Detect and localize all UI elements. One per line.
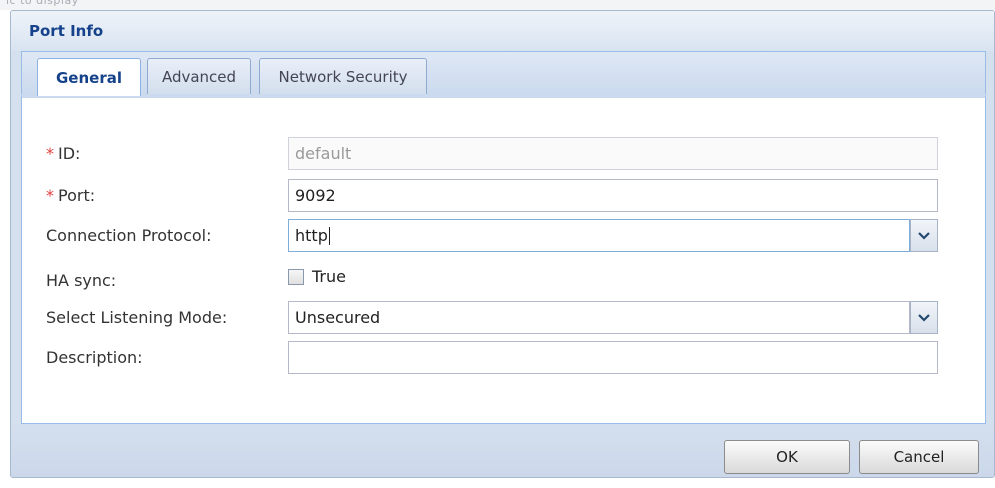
listening-mode-combo[interactable]: Unsecured	[288, 301, 938, 334]
connection-protocol-dropdown-button[interactable]	[910, 219, 938, 252]
dialog-footer: OK Cancel	[11, 424, 994, 477]
general-panel: * ID: default * Port: 9092 Connection Prot…	[21, 94, 986, 424]
tab-general[interactable]: General	[37, 58, 141, 96]
id-row: * ID: default	[22, 137, 985, 173]
id-field: default	[288, 137, 938, 170]
description-label: Description:	[46, 348, 143, 367]
connection-protocol-combo[interactable]: http	[288, 219, 938, 252]
description-field[interactable]	[288, 341, 938, 374]
dialog-titlebar[interactable]: Port Info	[11, 11, 994, 51]
tab-strip: General Advanced Network Security	[21, 51, 986, 96]
required-marker: *	[46, 186, 54, 205]
listening-mode-label: Select Listening Mode:	[46, 308, 228, 327]
chevron-down-icon	[918, 231, 930, 240]
ok-button[interactable]: OK	[724, 440, 850, 474]
port-label-text: Port:	[58, 186, 96, 205]
port-row: * Port: 9092	[22, 179, 985, 215]
required-marker: *	[46, 144, 54, 163]
ha-sync-label: HA sync:	[46, 271, 117, 290]
chevron-down-icon	[918, 313, 930, 322]
background-text: ic to display	[6, 0, 79, 7]
tab-advanced[interactable]: Advanced	[147, 58, 251, 95]
text-cursor	[328, 226, 330, 245]
listening-mode-input[interactable]: Unsecured	[288, 301, 910, 334]
port-info-dialog: Port Info General Advanced Network Secur…	[10, 10, 995, 478]
tab-network-security[interactable]: Network Security	[259, 58, 427, 95]
dialog-title: Port Info	[29, 22, 104, 40]
connection-protocol-input[interactable]: http	[288, 219, 910, 252]
listening-mode-dropdown-button[interactable]	[910, 301, 938, 334]
ha-sync-checkbox[interactable]	[288, 268, 304, 285]
id-label: * ID:	[46, 144, 80, 163]
id-label-text: ID:	[58, 144, 81, 163]
listening-mode-row: Select Listening Mode: Unsecured	[22, 301, 985, 337]
connection-protocol-value: http	[295, 226, 328, 245]
port-label: * Port:	[46, 186, 95, 205]
connection-protocol-label: Connection Protocol:	[46, 226, 212, 245]
cancel-button[interactable]: Cancel	[859, 440, 979, 474]
connection-protocol-row: Connection Protocol: http	[22, 219, 985, 255]
description-row: Description:	[22, 341, 985, 377]
background-window-strip: ic to display	[0, 0, 995, 10]
ha-sync-row: HA sync: True	[22, 264, 985, 300]
ha-sync-checkbox-label[interactable]: True	[312, 267, 346, 286]
port-field[interactable]: 9092	[288, 179, 938, 212]
ha-sync-checkbox-group[interactable]: True	[288, 267, 346, 286]
